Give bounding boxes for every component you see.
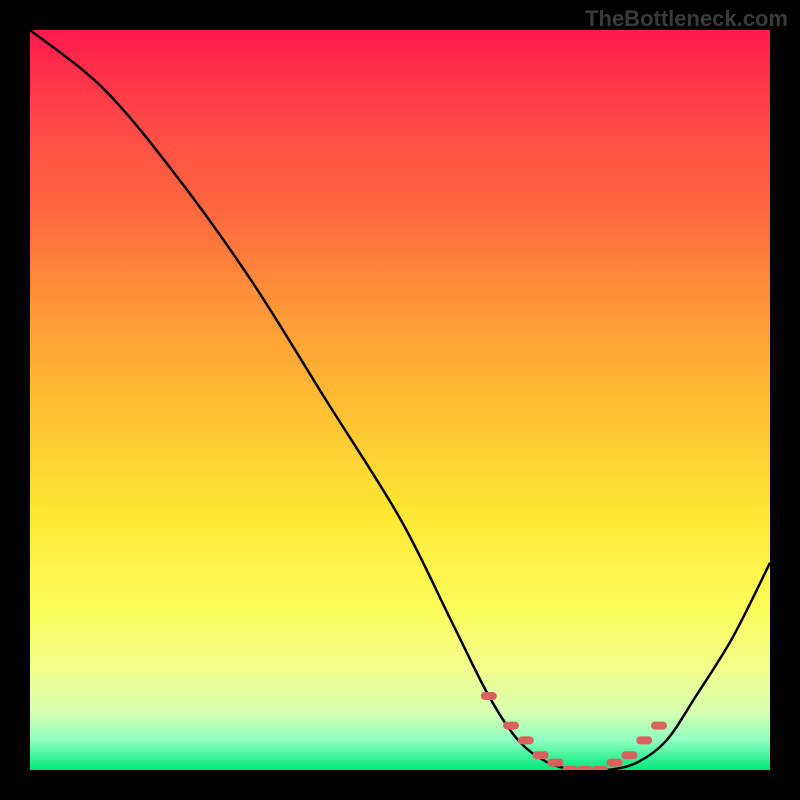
highlight-point: [577, 766, 593, 770]
highlight-point: [592, 766, 608, 770]
highlight-point: [547, 759, 563, 767]
highlight-point: [503, 722, 519, 730]
highlight-point: [562, 766, 578, 770]
highlight-point: [651, 722, 667, 730]
highlight-point: [607, 759, 623, 767]
highlight-point: [481, 692, 497, 700]
chart-svg: [30, 30, 770, 770]
watermark-text: TheBottleneck.com: [585, 6, 788, 32]
highlight-point: [518, 736, 534, 744]
bottleneck-curve: [30, 30, 770, 770]
data-points: [481, 692, 667, 770]
curve-line: [30, 30, 770, 770]
highlight-point: [533, 751, 549, 759]
highlight-point: [636, 736, 652, 744]
highlight-point: [621, 751, 637, 759]
